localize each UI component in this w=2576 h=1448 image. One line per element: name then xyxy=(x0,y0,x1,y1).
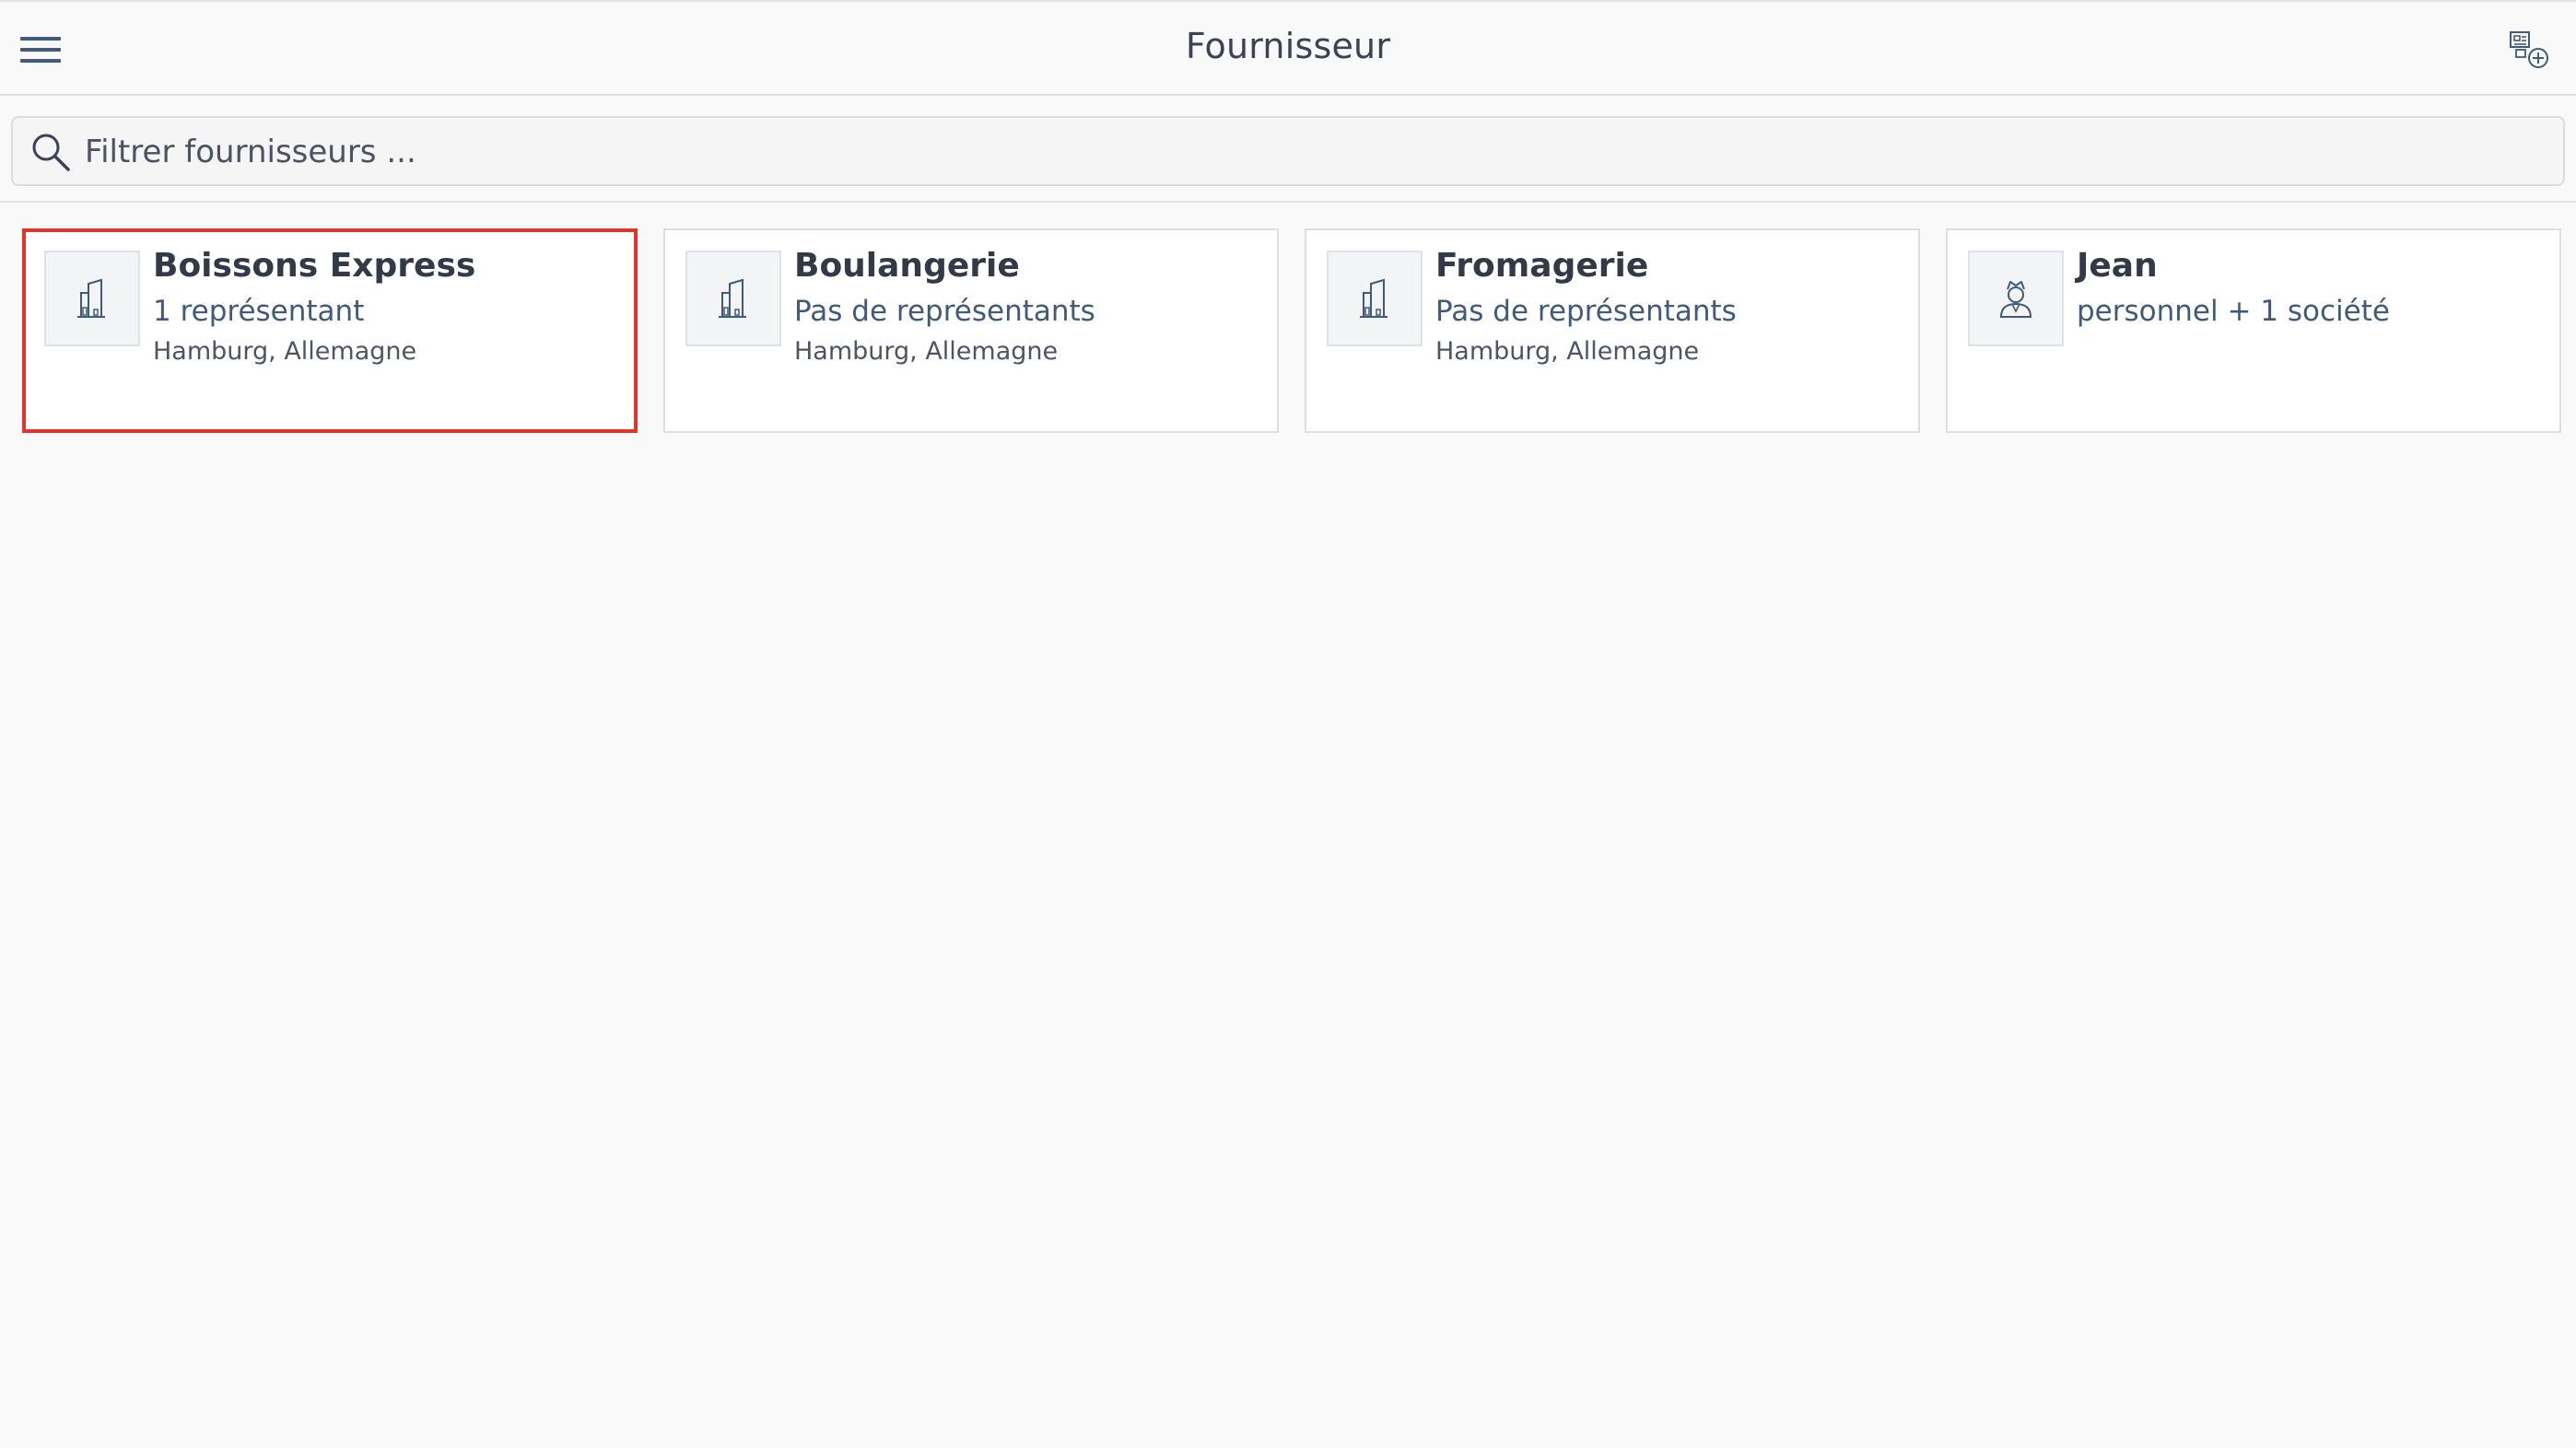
supplier-card-boulangerie[interactable]: Boulangerie Pas de représentants Hamburg… xyxy=(663,228,1279,433)
supplier-representatives: personnel + 1 société xyxy=(2077,295,2390,328)
top-bar: Fournisseur xyxy=(0,0,2576,96)
supplier-representatives: 1 représentant xyxy=(153,295,365,328)
search-icon xyxy=(32,134,70,171)
person-icon xyxy=(1968,251,2064,346)
building-icon xyxy=(44,251,140,346)
supplier-name: Fromagerie xyxy=(1435,247,1649,285)
supplier-card-fromagerie[interactable]: Fromagerie Pas de représentants Hamburg,… xyxy=(1305,228,1920,433)
supplier-card-boissons-express[interactable]: Boissons Express 1 représentant Hamburg,… xyxy=(22,228,638,433)
supplier-representatives: Pas de représentants xyxy=(1435,295,1737,328)
supplier-name: Jean xyxy=(2077,247,2158,285)
supplier-location: Hamburg, Allemagne xyxy=(1435,337,1700,366)
page-title: Fournisseur xyxy=(1185,26,1391,66)
supplier-location: Hamburg, Allemagne xyxy=(153,337,417,366)
supplier-name: Boulangerie xyxy=(794,247,1020,285)
search-box[interactable] xyxy=(11,116,2565,186)
add-supplier-icon[interactable] xyxy=(2508,29,2552,72)
supplier-name: Boissons Express xyxy=(153,247,476,285)
supplier-card-jean[interactable]: Jean personnel + 1 société xyxy=(1946,228,2561,433)
building-icon xyxy=(685,251,781,346)
supplier-representatives: Pas de représentants xyxy=(794,295,1095,328)
supplier-location: Hamburg, Allemagne xyxy=(794,337,1059,366)
search-input[interactable] xyxy=(83,123,2547,181)
filter-bar xyxy=(0,96,2576,203)
building-icon xyxy=(1327,251,1423,346)
